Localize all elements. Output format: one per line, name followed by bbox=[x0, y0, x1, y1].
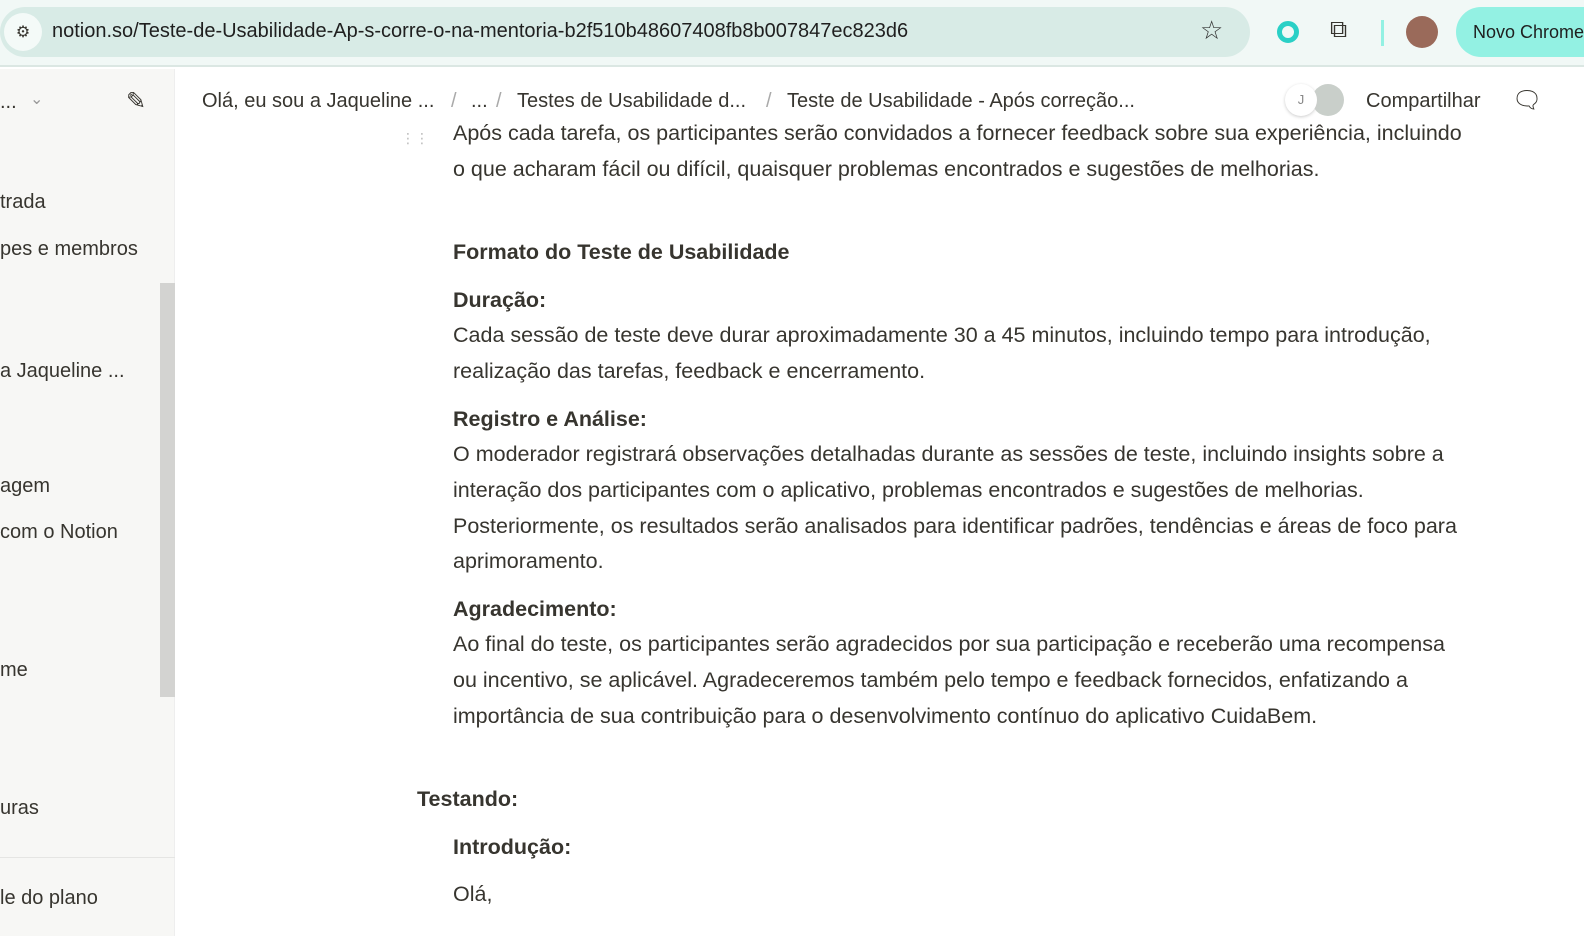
heading: Agradecimento: bbox=[453, 597, 617, 621]
paragraph: Olá, bbox=[453, 882, 493, 906]
new-chrome-button[interactable]: Novo Chrome bbox=[1456, 7, 1584, 57]
sidebar-item[interactable]: agem bbox=[0, 475, 50, 498]
comments-icon[interactable]: 🗨 bbox=[1512, 86, 1542, 115]
paragraph: Ao final do teste, os participantes serã… bbox=[453, 632, 1445, 728]
sidebar-item[interactable]: com o Notion bbox=[0, 521, 118, 544]
drag-handle-icon[interactable]: ⋮⋮ bbox=[401, 130, 429, 147]
new-page-icon[interactable]: ✎ bbox=[126, 87, 146, 116]
page-content: ⋮⋮ Após cada tarefa, os participantes se… bbox=[176, 120, 1584, 936]
breadcrumb-item[interactable]: Testes de Usabilidade d... bbox=[517, 90, 746, 113]
divider bbox=[0, 857, 175, 858]
breadcrumb-separator: / bbox=[451, 90, 457, 112]
extensions-puzzle-icon[interactable]: ⧉ bbox=[1330, 16, 1347, 44]
breadcrumb-separator: / bbox=[496, 90, 502, 112]
paragraph: O moderador registrará observações detal… bbox=[453, 442, 1457, 574]
browser-toolbar: ⚙ notion.so/Teste-de-Usabilidade-Ap-s-co… bbox=[0, 0, 1584, 67]
sidebar-item[interactable]: a Jaqueline ... bbox=[0, 360, 125, 383]
profile-avatar[interactable] bbox=[1406, 16, 1438, 48]
page-topbar: Olá, eu sou a Jaqueline ... / ... / Test… bbox=[176, 69, 1584, 121]
heading: Testando: bbox=[417, 787, 519, 811]
chevron-down-icon[interactable]: ⌄ bbox=[30, 89, 43, 109]
breadcrumb-item[interactable]: Teste de Usabilidade - Após correção... bbox=[787, 90, 1135, 113]
workspace-switcher[interactable]: ... bbox=[0, 91, 17, 114]
sidebar-item[interactable]: me bbox=[0, 659, 28, 682]
sidebar-item[interactable]: pes e membros bbox=[0, 238, 138, 261]
paragraph: Cada sessão de teste deve durar aproxima… bbox=[453, 323, 1431, 383]
breadcrumb-separator: / bbox=[766, 90, 772, 112]
heading: Formato do Teste de Usabilidade bbox=[453, 240, 790, 264]
share-button[interactable]: Compartilhar bbox=[1366, 90, 1480, 113]
paragraph: Após cada tarefa, os participantes serão… bbox=[453, 121, 1462, 181]
sidebar-scrollbar[interactable] bbox=[160, 283, 175, 697]
heading: Duração: bbox=[453, 288, 547, 312]
heading: Registro e Análise: bbox=[453, 407, 647, 431]
extension-icon[interactable] bbox=[1277, 21, 1299, 43]
site-settings-icon[interactable]: ⚙ bbox=[4, 13, 42, 51]
divider bbox=[1381, 20, 1384, 46]
breadcrumb-item[interactable]: Olá, eu sou a Jaqueline ... bbox=[202, 90, 434, 113]
bookmark-star-icon[interactable]: ☆ bbox=[1200, 15, 1223, 46]
sidebar-item[interactable]: le do plano bbox=[0, 887, 98, 910]
avatar[interactable]: J bbox=[1285, 84, 1317, 116]
breadcrumb-item[interactable]: ... bbox=[471, 90, 488, 113]
sidebar-item[interactable]: uras bbox=[0, 797, 39, 820]
address-bar[interactable]: ⚙ notion.so/Teste-de-Usabilidade-Ap-s-co… bbox=[0, 7, 1250, 57]
sidebar: ... ⌄ ✎ trada pes e membros a Jaqueline … bbox=[0, 69, 175, 936]
url-text[interactable]: notion.so/Teste-de-Usabilidade-Ap-s-corr… bbox=[52, 20, 908, 43]
heading: Introdução: bbox=[453, 835, 572, 859]
sidebar-item[interactable]: trada bbox=[0, 191, 46, 214]
